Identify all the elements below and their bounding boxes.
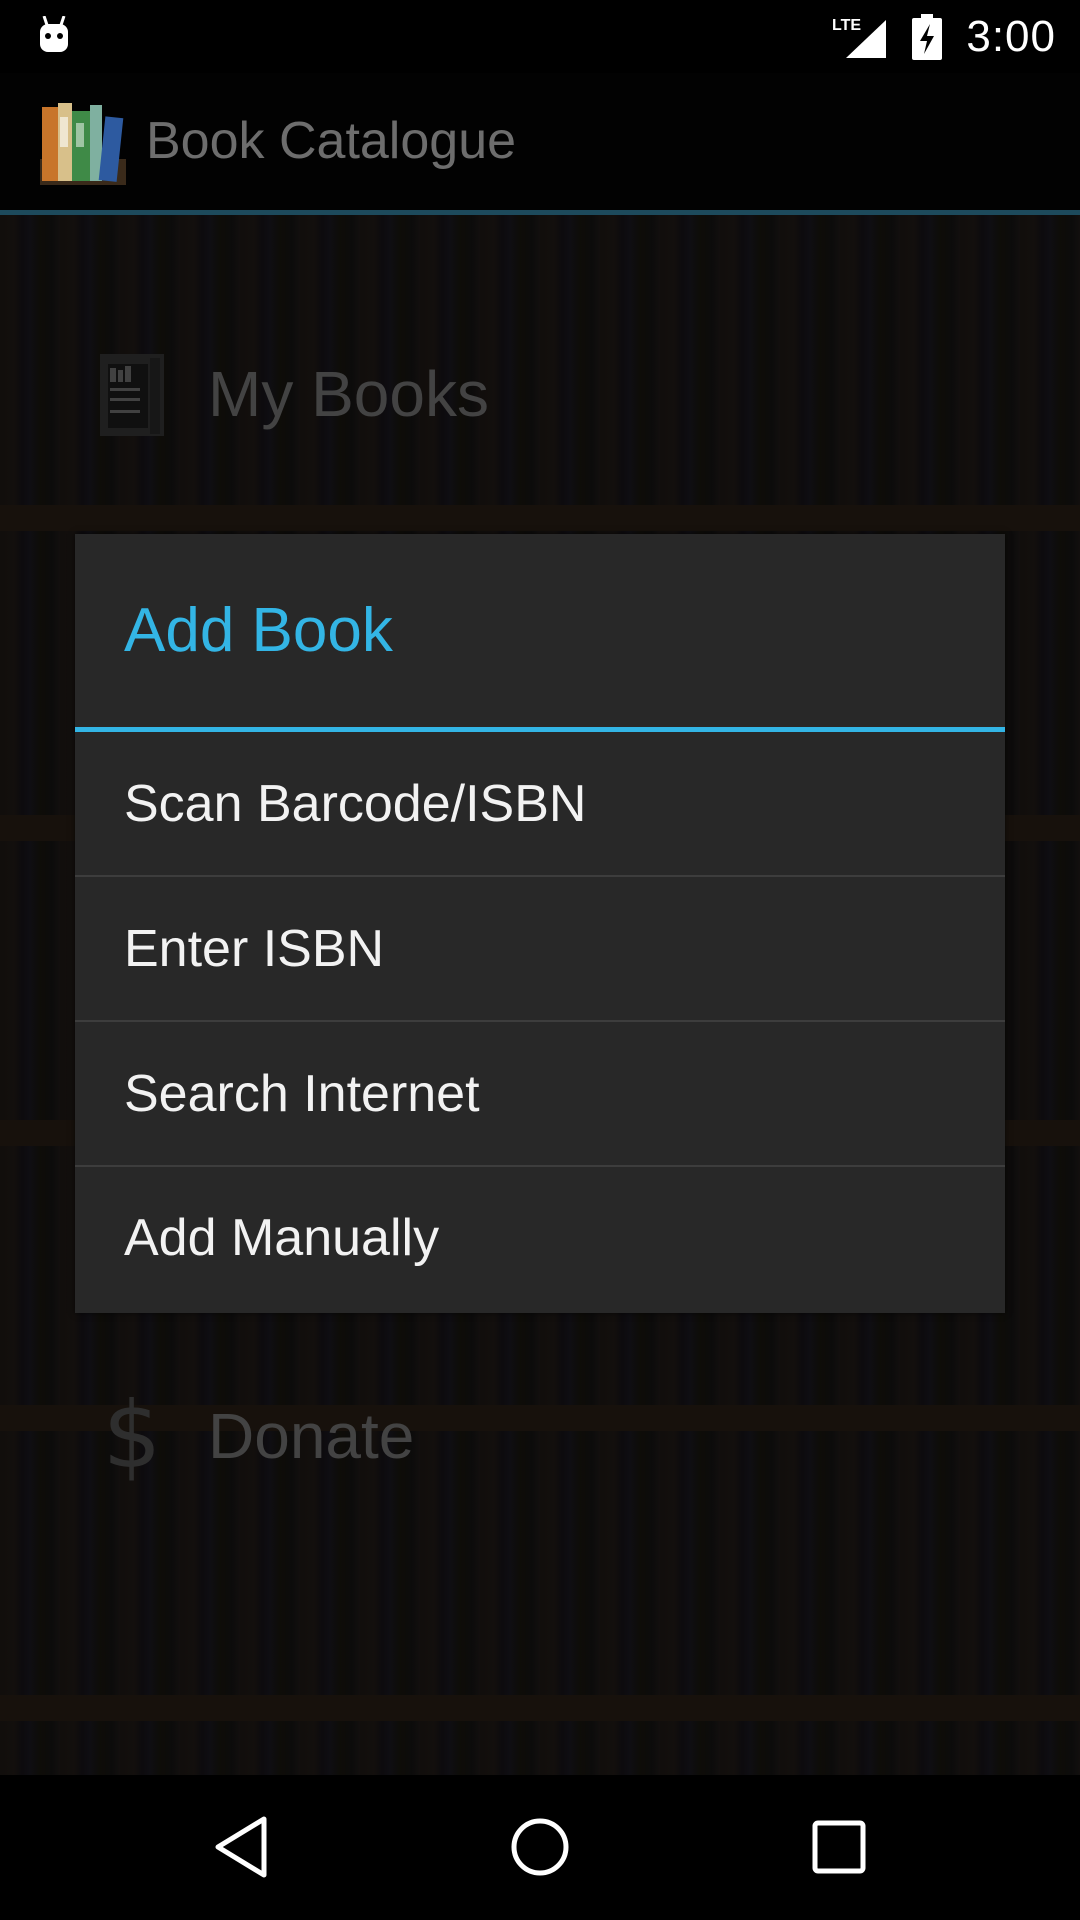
enter-isbn-option[interactable]: Enter ISBN	[75, 877, 1005, 1022]
app-title: Book Catalogue	[146, 112, 517, 170]
recents-icon[interactable]	[803, 1811, 875, 1883]
add-manually-option[interactable]: Add Manually	[75, 1167, 1005, 1309]
home-icon[interactable]	[504, 1811, 576, 1883]
screen: LTE 3:00 Book Catalogue My Books $ Donat…	[0, 0, 1080, 1920]
svg-text:LTE: LTE	[832, 17, 861, 34]
navigation-bar	[0, 1775, 1080, 1920]
dialog-options-list: Scan Barcode/ISBN Enter ISBN Search Inte…	[75, 732, 1005, 1309]
status-clock: 3:00	[966, 11, 1056, 61]
android-debug-icon	[40, 16, 68, 52]
search-internet-option[interactable]: Search Internet	[75, 1022, 1005, 1167]
dialog-title: Add Book	[124, 596, 393, 665]
books-logo-icon[interactable]	[40, 97, 126, 185]
scan-barcode-option[interactable]: Scan Barcode/ISBN	[75, 732, 1005, 877]
back-icon[interactable]	[206, 1811, 278, 1883]
action-bar: Book Catalogue	[0, 73, 1080, 210]
battery-charging-icon	[912, 13, 943, 60]
status-icons: LTE 3:00	[832, 0, 1056, 73]
lte-signal-icon: LTE	[832, 17, 887, 58]
status-bar: LTE 3:00	[0, 0, 1080, 73]
add-book-dialog: Add Book Scan Barcode/ISBN Enter ISBN Se…	[75, 534, 1005, 1313]
